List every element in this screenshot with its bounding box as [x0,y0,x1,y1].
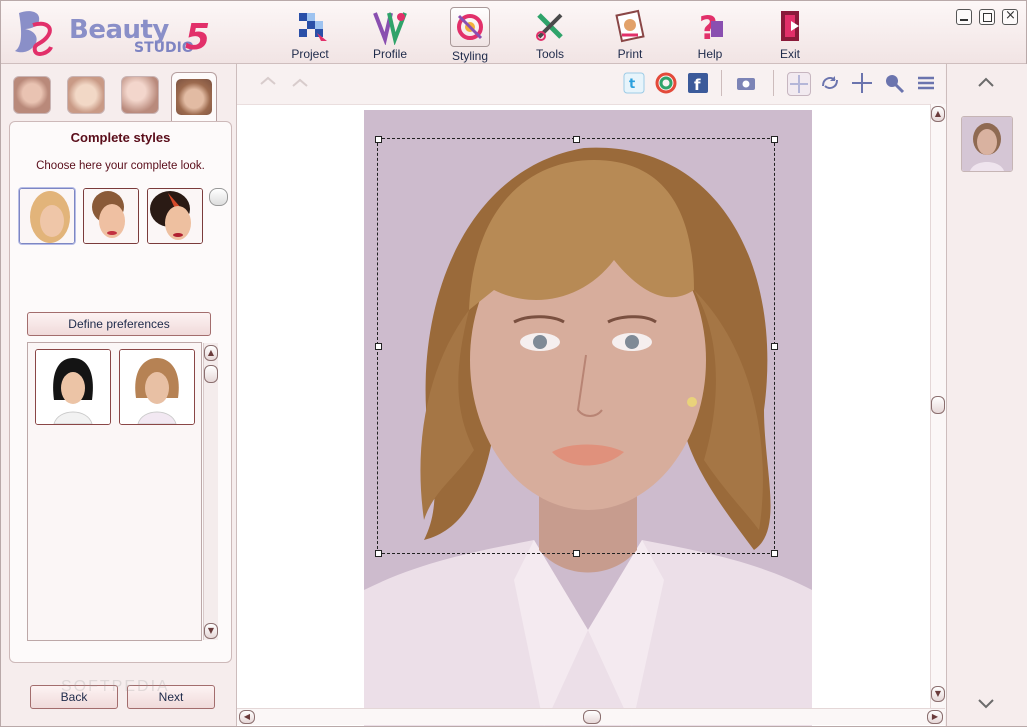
style-thumbnail[interactable] [147,188,203,244]
app-logo: Beauty STUDIO 5 [11,7,216,58]
close-icon[interactable]: × [1002,8,1018,25]
left-panel: Complete styles Choose here your complet… [1,64,237,726]
define-preferences-button[interactable]: Define preferences [27,312,211,336]
resize-handle[interactable] [573,550,580,557]
selection-box[interactable] [375,136,778,557]
panel-description: Choose here your complete look. [36,160,205,172]
menu-icon[interactable] [915,72,937,94]
scroll-thumb[interactable] [583,710,601,724]
scroll-up-icon[interactable]: ▲ [204,345,218,361]
resize-handle[interactable] [771,550,778,557]
picasa-icon[interactable] [655,72,677,94]
minimize-icon[interactable] [956,9,973,25]
rotate-icon[interactable] [819,72,841,94]
tab-accessories-icon[interactable] [121,76,159,114]
complete-styles-panel: Complete styles Choose here your complet… [9,121,232,663]
scroll-thumb[interactable] [204,365,218,383]
toolbar-exit[interactable]: Exit [760,5,820,61]
logo-mark-icon [15,11,53,56]
move-icon[interactable] [787,72,811,96]
toolbar-separator [721,70,722,96]
tools-icon [536,13,563,41]
toolbar-label: Tools [535,47,564,61]
style-face-icon [84,189,138,243]
print-icon [615,9,645,43]
zoom-icon[interactable] [883,72,905,94]
toolbar-label: Styling [451,49,489,63]
toolbar-label: Exit [779,47,800,61]
profile-icon [373,12,407,45]
window-controls: × [953,8,1018,28]
tab-makeup-icon[interactable] [67,76,105,114]
resize-handle[interactable] [375,136,382,143]
thumbnail-strip [946,64,1027,726]
logo-version: 5 [185,17,211,58]
preferences-list: ▲ ▼ [27,342,218,641]
scroll-down-icon[interactable]: ▼ [931,686,945,702]
main-toolbar: Beauty STUDIO 5 Project Profile Styling … [1,1,1026,64]
chevron-up-icon[interactable] [977,76,995,88]
redo-icon[interactable] [289,72,311,94]
resize-handle[interactable] [573,136,580,143]
scroll-right-icon[interactable]: ▶ [927,710,943,724]
canvas-toolbar: t f [237,64,945,105]
preference-face-icon [120,350,194,424]
scroll-thumb[interactable] [931,396,945,414]
horizontal-scrollbar[interactable]: ◀ ▶ [237,708,945,725]
facebook-icon[interactable]: f [687,72,709,94]
style-face-icon [148,189,202,243]
crosshair-icon[interactable] [851,72,873,94]
styling-icon [450,7,490,47]
scroll-left-icon[interactable]: ◀ [239,710,255,724]
toolbar-label: Help [697,47,723,61]
toolbar-separator [773,70,774,96]
tab-hair-icon[interactable] [13,76,51,114]
resize-handle[interactable] [375,550,382,557]
toolbar-styling[interactable]: Styling [440,5,500,63]
vertical-scrollbar[interactable]: ▲ ▼ [930,104,946,712]
toolbar-label: Profile [372,47,407,61]
restore-icon[interactable] [979,9,996,25]
photo-thumbnail[interactable] [961,116,1013,172]
style-scroll-button[interactable] [209,188,228,206]
preference-thumbnail[interactable] [35,349,111,425]
preference-thumbnail[interactable] [119,349,195,425]
exit-icon [781,11,799,41]
preferences-scrollbar[interactable]: ▲ ▼ [203,343,218,640]
twitter-icon[interactable]: t [623,72,645,94]
toolbar-label: Project [291,47,329,61]
style-thumbnail[interactable] [19,188,75,244]
resize-handle[interactable] [771,136,778,143]
tab-complete-styles-icon[interactable] [171,72,217,121]
toolbar-tools[interactable]: Tools [520,5,580,61]
toolbar-project[interactable]: Project [280,5,340,61]
toolbar-profile[interactable]: Profile [360,5,420,61]
chevron-down-icon[interactable] [977,698,995,710]
toolbar-print[interactable]: Print [600,5,660,61]
panel-title: Complete styles [70,130,171,145]
toolbar-help[interactable]: ? Help [680,5,740,61]
project-icon [299,13,327,41]
svg-text:f: f [694,76,701,94]
camera-icon[interactable] [735,72,757,94]
thumbnail-face-icon [962,117,1012,171]
style-face-icon [20,189,74,243]
preference-face-icon [36,350,110,424]
undo-icon[interactable] [257,72,279,94]
resize-handle[interactable] [771,343,778,350]
svg-text:t: t [629,77,635,92]
workspace: t f ▲ ▼ ◀ ▶ [237,64,946,726]
scroll-down-icon[interactable]: ▼ [204,623,218,639]
resize-handle[interactable] [375,343,382,350]
help-icon: ? [699,9,723,45]
toolbar-label: Print [617,47,643,61]
scroll-up-icon[interactable]: ▲ [931,106,945,122]
watermark: SOFTPEDIA [61,678,170,695]
style-thumbnail[interactable] [83,188,139,244]
app-window: Beauty STUDIO 5 Project Profile Styling … [0,0,1027,727]
